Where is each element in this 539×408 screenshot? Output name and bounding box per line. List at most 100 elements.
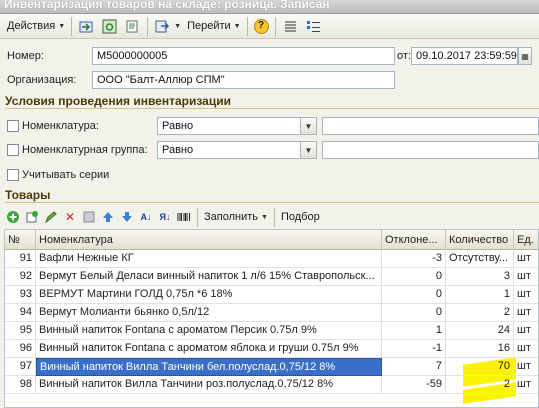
nomenclature-label: Номенклатура:	[22, 120, 99, 132]
group-value-field[interactable]	[322, 141, 539, 159]
add-row-icon[interactable]	[4, 208, 22, 226]
cell-unit: шт	[514, 340, 538, 358]
barcode-icon[interactable]	[175, 208, 193, 226]
cell-quantity: 3	[446, 268, 514, 286]
cell-quantity: 70	[446, 358, 514, 376]
table-row[interactable]: 92 Вермут Белый Деласи винный напиток 1 …	[5, 268, 538, 286]
group-operator-dropdown[interactable]: ▼	[300, 141, 317, 159]
copy-icon	[124, 18, 141, 35]
fill-menu-label: Заполнить	[204, 211, 259, 223]
window-titlebar: Инвентаризация товаров на складе: розниц…	[0, 0, 539, 14]
chevron-down-icon: ▼	[58, 22, 66, 30]
cell-quantity: 24	[446, 322, 514, 340]
toolbar-separator	[71, 16, 73, 36]
sort-asc-icon[interactable]: А↓	[137, 208, 155, 226]
structure-icon	[282, 18, 299, 35]
actions-menu-label: Действия	[7, 20, 56, 32]
save-close-button[interactable]	[75, 16, 98, 37]
move-down-icon[interactable]	[118, 208, 136, 226]
chevron-down-icon: ▼	[261, 213, 268, 221]
edit-row-icon[interactable]	[42, 208, 60, 226]
column-header-deviation[interactable]: Отклоне...	[382, 230, 446, 250]
nomenclature-group-checkbox[interactable]	[7, 144, 19, 156]
select-button-label: Подбор	[280, 211, 320, 223]
cell-nomenclature: Вафли Нежные КГ	[36, 250, 382, 268]
column-header-number[interactable]: №	[5, 230, 36, 250]
settings-button[interactable]	[302, 16, 325, 37]
cell-unit: шт	[514, 268, 538, 286]
cell-quantity: Отсутству...	[446, 250, 514, 268]
window-title: Инвентаризация товаров на складе: розниц…	[4, 0, 330, 11]
nomenclature-value-field[interactable]	[322, 117, 539, 135]
nomenclature-operator-field[interactable]: Равно	[157, 117, 301, 135]
table-row[interactable]: 96 Винный напиток Fontana с ароматом ябл…	[5, 340, 538, 358]
section-divider	[5, 202, 539, 203]
column-header-unit[interactable]: Ед.	[514, 230, 538, 250]
table-row[interactable]: 95 Винный напиток Fontana с ароматом Пер…	[5, 322, 538, 340]
cell-unit: шт	[514, 286, 538, 304]
cell-deviation: 0	[382, 268, 446, 286]
cell-quantity: 2	[446, 376, 514, 394]
nomenclature-operator-dropdown[interactable]: ▼	[300, 117, 317, 135]
goods-toolbar: ✕ А↓ Я↓ Заполнить ▼ Подбор	[4, 206, 539, 228]
select-button[interactable]: Подбор	[278, 207, 323, 228]
cell-number: 96	[5, 340, 36, 358]
date-label: от:	[397, 50, 411, 62]
series-label: Учитывать серии	[22, 169, 110, 181]
cell-unit: шт	[514, 376, 538, 394]
number-label: Номер:	[7, 50, 44, 62]
cell-unit: шт	[514, 322, 538, 340]
calendar-icon: ▦	[521, 51, 529, 61]
column-header-nomenclature[interactable]: Номенклатура	[36, 230, 382, 250]
cell-quantity: 16	[446, 340, 514, 358]
structure-button[interactable]	[279, 16, 302, 37]
goto-menu-button[interactable]: Перейти ▼	[184, 16, 244, 37]
fill-menu-button[interactable]: Заполнить ▼	[201, 207, 271, 228]
copy-row-icon[interactable]	[23, 208, 41, 226]
move-up-icon[interactable]	[99, 208, 117, 226]
table-row[interactable]: 94 Вермут Молианти бьянко 0,5л/12 0 2 шт	[5, 304, 538, 322]
chevron-down-icon: ▼	[233, 22, 241, 30]
cell-nomenclature: Винный напиток Fontana с ароматом яблока…	[36, 340, 382, 358]
cell-nomenclature: Вермут Молианти бьянко 0,5л/12	[36, 304, 382, 322]
section-divider	[5, 108, 539, 109]
toolbar-separator	[274, 16, 276, 36]
delete-row-icon[interactable]: ✕	[61, 208, 79, 226]
series-checkbox[interactable]	[7, 169, 19, 181]
copy-button[interactable]	[121, 16, 144, 37]
cell-nomenclature: Винный напиток Вилла Танчини роз.полусла…	[36, 376, 382, 394]
actions-menu-button[interactable]: Действия ▼	[4, 16, 68, 37]
number-field[interactable]: М5000000005	[92, 47, 395, 65]
cell-number: 91	[5, 250, 36, 268]
org-label: Организация:	[7, 74, 77, 86]
table-row[interactable]: 93 ВЕРМУТ Мартини ГОЛД 0,75л *6 18% 0 1 …	[5, 286, 538, 304]
help-icon: ?	[253, 18, 269, 34]
date-field[interactable]: 09.10.2017 23:59:59	[411, 47, 518, 65]
cell-number: 92	[5, 268, 36, 286]
save-button[interactable]	[98, 16, 121, 37]
cell-nomenclature: Винный напиток Вилла Танчини бел.полусла…	[36, 358, 382, 376]
cell-deviation: -59	[382, 376, 446, 394]
column-header-quantity[interactable]: Количество	[446, 230, 514, 250]
post-menu-button[interactable]: ▼	[151, 16, 184, 37]
post-icon	[154, 18, 171, 35]
cell-number: 97	[5, 358, 36, 376]
end-edit-icon[interactable]	[80, 208, 98, 226]
date-picker-button[interactable]: ▦	[518, 47, 532, 65]
sort-desc-icon[interactable]: Я↓	[156, 208, 174, 226]
group-operator-field[interactable]: Равно	[157, 141, 301, 159]
table-row[interactable]: 91 Вафли Нежные КГ -3 Отсутству... шт	[5, 250, 538, 268]
table-row[interactable]: 98 Винный напиток Вилла Танчини роз.полу…	[5, 376, 538, 394]
nomenclature-group-label: Номенклатурная группа:	[22, 144, 148, 156]
goods-table: № Номенклатура Отклоне... Количество Ед.…	[4, 229, 539, 408]
organization-field[interactable]: ООО "Балт-Аллюр СПМ"	[92, 71, 395, 89]
cell-deviation: 0	[382, 286, 446, 304]
cell-deviation: 1	[382, 322, 446, 340]
table-row-selected[interactable]: 97 Винный напиток Вилла Танчини бел.полу…	[5, 358, 538, 376]
nomenclature-checkbox[interactable]	[7, 120, 19, 132]
toolbar-separator	[197, 207, 198, 227]
help-button[interactable]: ?	[251, 16, 272, 37]
cell-number: 93	[5, 286, 36, 304]
cell-nomenclature: ВЕРМУТ Мартини ГОЛД 0,75л *6 18%	[36, 286, 382, 304]
cell-deviation: -1	[382, 340, 446, 358]
